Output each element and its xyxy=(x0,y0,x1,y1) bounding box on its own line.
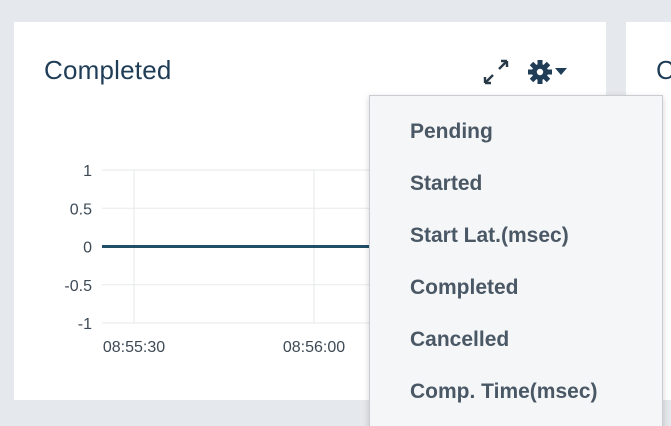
dashboard: Completed 1 0.5 0 -0.5 -1 08:55:30 08:56… xyxy=(0,0,671,426)
y-tick-label: -0.5 xyxy=(64,278,92,295)
menu-item-completion-time[interactable]: Comp. Time(msec) xyxy=(410,380,598,404)
menu-item-completed[interactable]: Completed xyxy=(410,276,519,300)
menu-item-started[interactable]: Started xyxy=(410,172,482,196)
menu-item-pending[interactable]: Pending xyxy=(410,120,493,144)
x-tick-label: 08:56:00 xyxy=(283,339,345,356)
y-tick-label: 1 xyxy=(83,163,92,180)
y-tick-label: -1 xyxy=(78,316,92,333)
y-tick-label: 0 xyxy=(83,240,92,257)
menu-item-cancelled[interactable]: Cancelled xyxy=(410,328,509,352)
adjacent-panel-title: C xyxy=(656,55,671,85)
menu-item-start-latency[interactable]: Start Lat.(msec) xyxy=(410,224,569,248)
x-tick-label: 08:55:30 xyxy=(103,339,165,356)
metric-dropdown-menu: Pending Started Start Lat.(msec) Complet… xyxy=(369,95,663,426)
y-tick-label: 0.5 xyxy=(70,201,92,218)
